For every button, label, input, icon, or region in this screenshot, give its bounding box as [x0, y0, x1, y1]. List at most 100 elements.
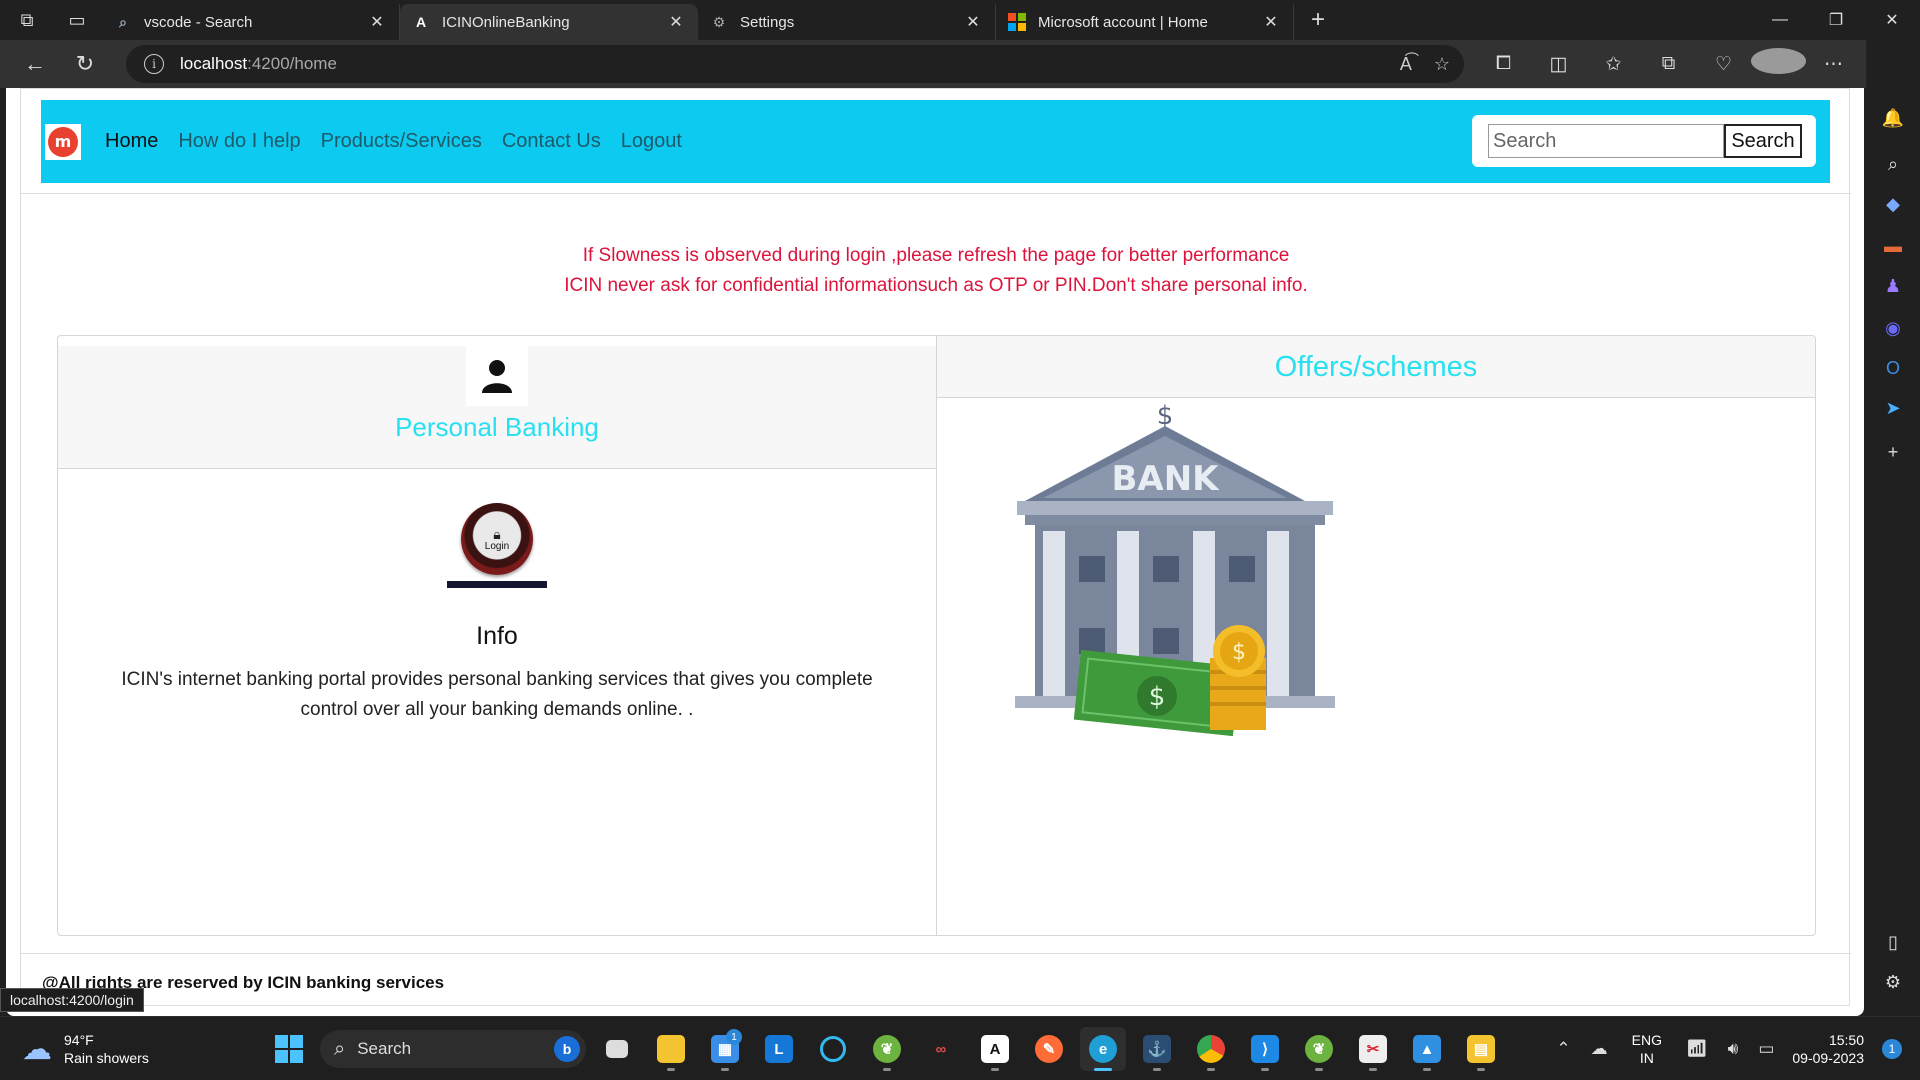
divider — [21, 193, 1851, 194]
search-input[interactable] — [1488, 124, 1724, 158]
start-button[interactable] — [266, 1027, 312, 1071]
volume-icon[interactable]: 🔊︎ — [1728, 1039, 1739, 1059]
weather-temp: 94°F — [64, 1032, 94, 1048]
restore-icon[interactable]: ❐ — [1808, 0, 1864, 40]
collections-icon[interactable]: ⧉ — [1641, 53, 1696, 75]
chrome-icon[interactable] — [1188, 1027, 1234, 1071]
outlook-icon[interactable]: O — [1879, 354, 1907, 382]
person-icon — [466, 346, 528, 406]
language-indicator[interactable]: ENG IN — [1632, 1031, 1662, 1067]
file-manager-icon[interactable]: ▤ — [1458, 1027, 1504, 1071]
rain-cloud-icon: ☁ — [22, 1032, 52, 1066]
tools-icon[interactable]: ▬ — [1879, 232, 1907, 260]
site-info-icon[interactable]: i — [144, 54, 164, 74]
more-options-icon[interactable]: ⋯ — [1806, 53, 1861, 76]
close-icon[interactable]: ✕ — [666, 12, 686, 32]
clock[interactable]: 15:50 09-09-2023 — [1792, 1031, 1864, 1067]
close-window-icon[interactable]: ✕ — [1864, 0, 1920, 40]
games-icon[interactable]: ♟ — [1879, 272, 1907, 300]
file-explorer-icon[interactable] — [648, 1027, 694, 1071]
postman-icon[interactable]: ✎ — [1026, 1027, 1072, 1071]
login-badge-label: Login — [484, 540, 510, 552]
search-form: Search — [1472, 115, 1816, 167]
store-icon[interactable]: ▦ 1 — [702, 1027, 748, 1071]
favorites-icon[interactable]: ✩ — [1586, 53, 1641, 76]
taskbar-apps: ⌕ Search b ▦ 1 L ❦ ∞ A ✎ e ⚓ ⟩ ❦ ✂ ▲ ▤ — [266, 1027, 1504, 1071]
photos-icon[interactable]: ▲ — [1404, 1027, 1450, 1071]
site-header: m Home How do I help Products/Services C… — [41, 100, 1830, 183]
address-bar[interactable]: i localhost :4200/home A͡ ☆ — [126, 45, 1464, 83]
login-bar — [447, 581, 547, 588]
read-aloud-icon[interactable]: A͡ — [1400, 54, 1412, 75]
angular-app-icon[interactable]: A — [972, 1027, 1018, 1071]
lock-icon: 🔒︎ — [493, 525, 501, 542]
edge-icon[interactable]: e — [1080, 1027, 1126, 1071]
shopping-tag-icon[interactable]: ◆ — [1879, 190, 1907, 218]
info-text: ICIN's internet banking portal provides … — [121, 669, 873, 720]
tab-vscode-search[interactable]: ⌕ vscode - Search ✕ — [102, 4, 400, 40]
card-header: Offers/schemes — [937, 336, 1815, 398]
close-icon[interactable]: ✕ — [963, 12, 983, 32]
weather-widget[interactable]: ☁ 94°F Rain showers — [22, 1031, 149, 1067]
weather-desc: Rain showers — [64, 1050, 149, 1066]
nav-home[interactable]: Home — [105, 130, 158, 153]
language-line-2: IN — [1639, 1050, 1654, 1066]
new-tab-button[interactable]: + — [1300, 6, 1336, 34]
vscode-icon[interactable]: ⟩ — [1242, 1027, 1288, 1071]
clock-date: 09-09-2023 — [1792, 1050, 1864, 1066]
cortana-icon[interactable] — [810, 1027, 856, 1071]
bank-illustration: $ BANK $ $ — [1005, 396, 1335, 761]
personal-banking-title: Personal Banking — [395, 412, 599, 442]
tab-actions-icon[interactable]: ▭ — [60, 3, 94, 37]
onedrive-icon[interactable]: ☁ — [1591, 1039, 1608, 1059]
copilot-app-icon[interactable]: ◉ — [1879, 314, 1907, 342]
nav-how-do-i-help[interactable]: How do I help — [178, 130, 300, 153]
login-button-image[interactable]: 🔒︎ Login — [461, 503, 533, 575]
wifi-icon[interactable]: 📶︎ — [1686, 1039, 1708, 1059]
add-icon[interactable]: + — [1879, 438, 1907, 466]
split-screen-icon[interactable]: ◫ — [1531, 53, 1586, 76]
app-red-icon[interactable]: ∞ — [918, 1027, 964, 1071]
bank-sign: BANK — [1111, 459, 1220, 499]
settings-icon[interactable]: ⚙ — [1879, 968, 1907, 996]
app-l-icon[interactable]: L — [756, 1027, 802, 1071]
browser-essentials-icon[interactable]: ♡ — [1696, 53, 1751, 76]
nav-logout[interactable]: Logout — [621, 130, 682, 153]
close-icon[interactable]: ✕ — [367, 12, 387, 32]
main-nav: Home How do I help Products/Services Con… — [105, 130, 682, 153]
chevron-up-icon[interactable]: ⌃ — [1556, 1039, 1570, 1059]
spring-boot-icon[interactable]: ❦ — [1296, 1027, 1342, 1071]
refresh-icon[interactable]: ↻ — [60, 44, 110, 84]
notification-badge[interactable]: 1 — [1882, 1039, 1902, 1059]
taskbar-search[interactable]: ⌕ Search b — [320, 1030, 586, 1068]
favorite-star-icon[interactable]: ☆ — [1434, 54, 1450, 75]
svg-text:$: $ — [1149, 682, 1166, 712]
nav-contact-us[interactable]: Contact Us — [502, 130, 601, 153]
tab-icin-online-banking[interactable]: A ICINOnlineBanking ✕ — [400, 4, 698, 40]
tab-label: Microsoft account | Home — [1038, 13, 1208, 31]
tab-label: Settings — [740, 13, 795, 31]
nav-products-services[interactable]: Products/Services — [321, 130, 482, 153]
search-button[interactable]: Search — [1724, 124, 1802, 158]
url-path: :4200/home — [247, 54, 337, 73]
bank-logo[interactable]: m — [45, 123, 81, 160]
tab-microsoft-account[interactable]: Microsoft account | Home ✕ — [996, 4, 1294, 40]
extensions-icon[interactable]: ⧠ — [1476, 53, 1531, 75]
divider — [21, 953, 1851, 954]
workspaces-icon[interactable]: ⧉ — [10, 3, 44, 37]
task-view-icon[interactable] — [594, 1027, 640, 1071]
drop-icon[interactable]: ➤ — [1879, 394, 1907, 422]
tab-settings[interactable]: ⚙ Settings ✕ — [698, 4, 996, 40]
close-icon[interactable]: ✕ — [1261, 12, 1281, 32]
snipping-tool-icon[interactable]: ✂ — [1350, 1027, 1396, 1071]
search-icon[interactable]: ⌕ — [1879, 150, 1907, 178]
mysql-workbench-icon[interactable]: ⚓ — [1134, 1027, 1180, 1071]
profile-avatar[interactable] — [1751, 48, 1806, 80]
sidebar-toggle-icon[interactable]: ▯ — [1879, 928, 1907, 956]
bell-icon[interactable]: 🔔 — [1879, 104, 1907, 132]
back-icon[interactable]: ← — [10, 44, 60, 84]
minimize-icon[interactable]: — — [1752, 0, 1808, 40]
spring-tool-icon[interactable]: ❦ — [864, 1027, 910, 1071]
battery-icon[interactable]: ▭ — [1758, 1039, 1774, 1059]
system-tray: ⌃ ☁ ENG IN 📶︎ 🔊︎ ▭ 15:50 09-09-2023 1 — [1546, 1017, 1920, 1080]
